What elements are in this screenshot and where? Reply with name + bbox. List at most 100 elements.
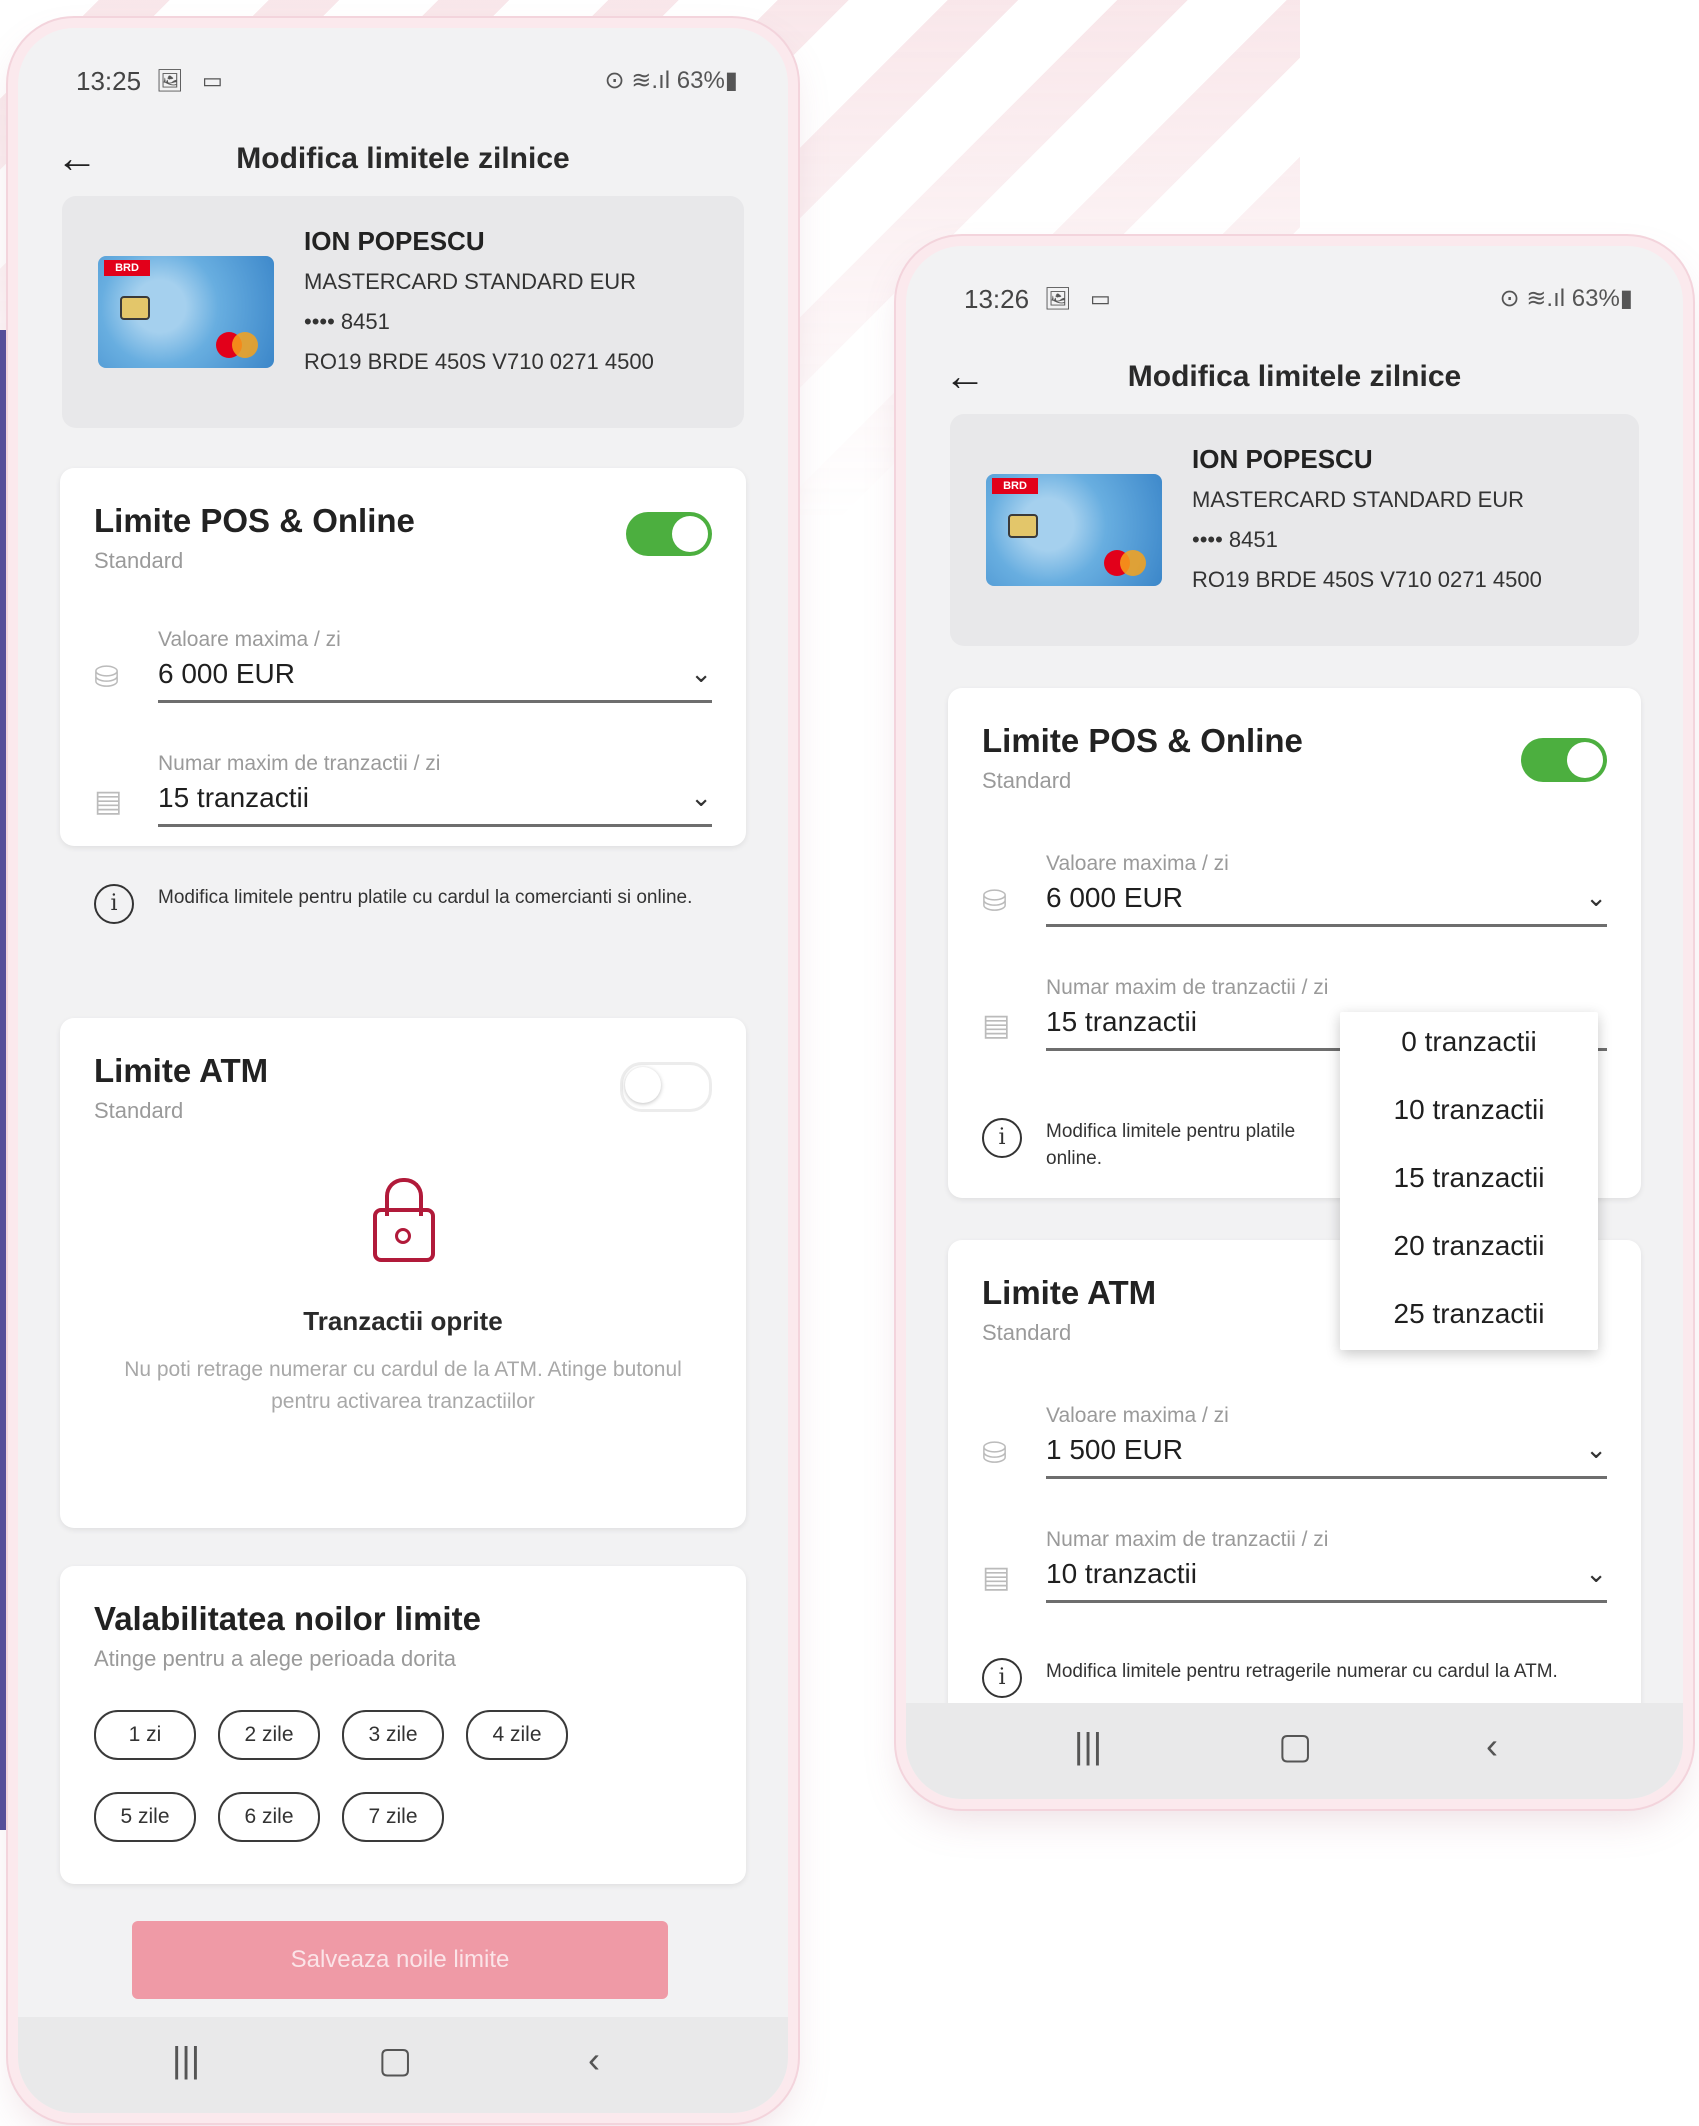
card-holder-name: ION POPESCU bbox=[1192, 444, 1373, 474]
page-title: Modifica limitele zilnice bbox=[236, 142, 570, 175]
system-icons: ⊙ ≋.ıl 63%▮ bbox=[604, 67, 738, 94]
title-bar: ← Modifica limitele zilnice bbox=[18, 126, 788, 206]
field-underline bbox=[1046, 924, 1607, 927]
mastercard-logo-orange bbox=[1120, 550, 1146, 576]
dropdown-option-10[interactable]: 10 tranzactii bbox=[1340, 1094, 1598, 1126]
field-value: 1 500 EUR bbox=[1046, 1434, 1183, 1465]
recent-apps-icon[interactable]: ||| bbox=[1074, 1725, 1102, 1767]
info-icon: i bbox=[982, 1658, 1022, 1698]
option-5-zile[interactable]: 5 zile bbox=[94, 1792, 196, 1842]
home-icon[interactable]: ▢ bbox=[1278, 1725, 1312, 1767]
lock-icon bbox=[373, 1178, 435, 1262]
info-text-line2: online. bbox=[1046, 1148, 1102, 1169]
atm-amount-field[interactable]: ⛁ Valoare maxima / zi 1 500 EUR ⌄ bbox=[982, 1404, 1607, 1484]
coins-icon: ⛁ bbox=[982, 1437, 1008, 1470]
dropdown-option-0[interactable]: 0 tranzactii bbox=[1340, 1026, 1598, 1058]
card-type: MASTERCARD STANDARD EUR bbox=[304, 269, 637, 294]
option-1-zi[interactable]: 1 zi bbox=[94, 1710, 196, 1760]
field-label: Numar maxim de tranzactii / zi bbox=[158, 752, 441, 775]
card-number: •••• 8451 bbox=[1192, 527, 1278, 552]
validity-subtitle: Atinge pentru a alege perioada dorita bbox=[94, 1646, 457, 1671]
field-label: Valoare maxima / zi bbox=[1046, 852, 1229, 875]
locked-text: Nu poti retrage numerar cu cardul de la … bbox=[124, 1358, 682, 1413]
field-value: 15 tranzactii bbox=[1046, 1006, 1197, 1037]
card-type: MASTERCARD STANDARD EUR bbox=[1192, 487, 1525, 512]
field-underline bbox=[158, 700, 712, 703]
atm-title: Limite ATM bbox=[94, 1052, 269, 1089]
pos-toggle[interactable] bbox=[626, 512, 712, 556]
atm-title: Limite ATM bbox=[982, 1274, 1157, 1311]
chip-icon bbox=[120, 296, 150, 320]
field-value: 6 000 EUR bbox=[158, 658, 295, 689]
back-nav-icon[interactable]: ‹ bbox=[588, 2039, 600, 2081]
validity-options: 1 zi 2 zile 3 zile 4 zile 5 zile 6 zile 7 zil… bbox=[94, 1710, 712, 1874]
field-value: 15 tranzactii bbox=[158, 782, 309, 813]
pos-limits-panel: Limite POS & Online Standard ⛁ Valoare m… bbox=[60, 468, 746, 846]
lock-keyhole bbox=[395, 1228, 411, 1244]
info-text-line1: Modifica limitele pentru platile bbox=[1046, 1121, 1296, 1142]
dropdown-option-20[interactable]: 20 tranzactii bbox=[1340, 1230, 1598, 1262]
option-3-zile[interactable]: 3 zile bbox=[342, 1710, 444, 1760]
calendar-icon: ▤ bbox=[94, 785, 123, 818]
field-label: Numar maxim de tranzactii / zi bbox=[1046, 976, 1329, 999]
chevron-down-icon[interactable]: ⌄ bbox=[1585, 1434, 1607, 1465]
card-image: BRD bbox=[98, 256, 274, 368]
status-time: 13:26 bbox=[964, 284, 1030, 314]
notification-icons: 🖼 ▭ bbox=[156, 68, 229, 93]
field-label: Valoare maxima / zi bbox=[158, 628, 341, 651]
android-nav-bar: ||| ▢ ‹ bbox=[906, 1703, 1683, 1799]
transaction-count-dropdown: 0 tranzactii 10 tranzactii 15 tranzactii… bbox=[1340, 1012, 1598, 1350]
locked-title: Tranzactii oprite bbox=[303, 1306, 503, 1336]
pos-title: Limite POS & Online bbox=[982, 722, 1303, 759]
validity-title: Valabilitatea noilor limite bbox=[94, 1600, 481, 1637]
validity-panel: Valabilitatea noilor limite Atinge pentr… bbox=[60, 1566, 746, 1884]
field-underline bbox=[1046, 1600, 1607, 1603]
option-2-zile[interactable]: 2 zile bbox=[218, 1710, 320, 1760]
field-label: Numar maxim de tranzactii / zi bbox=[1046, 1528, 1329, 1551]
page-title: Modifica limitele zilnice bbox=[1127, 360, 1462, 393]
pos-amount-field[interactable]: ⛁ Valoare maxima / zi 6 000 EUR ⌄ bbox=[982, 852, 1607, 932]
chevron-down-icon[interactable]: ⌄ bbox=[690, 782, 712, 813]
home-icon[interactable]: ▢ bbox=[378, 2039, 412, 2081]
status-time: 13:25 bbox=[76, 66, 142, 96]
brd-logo: BRD bbox=[992, 478, 1038, 494]
card-iban: RO19 BRDE 450S V710 0271 4500 bbox=[304, 349, 654, 374]
card-summary: BRD ION POPESCU MASTERCARD STANDARD EUR … bbox=[62, 196, 744, 428]
card-info: ION POPESCU MASTERCARD STANDARD EUR ••••… bbox=[1192, 444, 1542, 607]
option-6-zile[interactable]: 6 zile bbox=[218, 1792, 320, 1842]
notification-icons: 🖼 ▭ bbox=[1044, 286, 1117, 311]
pos-amount-field[interactable]: ⛁ Valoare maxima / zi 6 000 EUR ⌄ bbox=[94, 628, 712, 708]
info-text: Modifica limitele pentru platile cu card… bbox=[158, 887, 693, 908]
brd-logo: BRD bbox=[104, 260, 150, 276]
status-bar: 13:26 🖼 ▭ ⊙ ≋.ıl 63%▮ bbox=[906, 246, 1683, 346]
chip-icon bbox=[1008, 514, 1038, 538]
recent-apps-icon[interactable]: ||| bbox=[172, 2039, 200, 2081]
chevron-down-icon[interactable]: ⌄ bbox=[1585, 882, 1607, 913]
atm-count-field[interactable]: ▤ Numar maxim de tranzactii / zi 10 tran… bbox=[982, 1528, 1607, 1608]
card-holder-name: ION POPESCU bbox=[304, 226, 485, 256]
option-4-zile[interactable]: 4 zile bbox=[466, 1710, 568, 1760]
chevron-down-icon[interactable]: ⌄ bbox=[690, 658, 712, 689]
atm-limits-panel: Limite ATM Standard Tranzactii oprite Nu… bbox=[60, 1018, 746, 1528]
coins-icon: ⛁ bbox=[94, 661, 120, 694]
save-limits-button[interactable]: Salveaza noile limite bbox=[132, 1921, 668, 1999]
option-7-zile[interactable]: 7 zile bbox=[342, 1792, 444, 1842]
system-icons: ⊙ ≋.ıl 63%▮ bbox=[1499, 285, 1633, 312]
dropdown-option-25[interactable]: 25 tranzactii bbox=[1340, 1298, 1598, 1330]
back-nav-icon[interactable]: ‹ bbox=[1486, 1725, 1498, 1767]
atm-toggle[interactable] bbox=[620, 1062, 712, 1112]
pos-count-field[interactable]: ▤ Numar maxim de tranzactii / zi 15 tran… bbox=[94, 752, 712, 832]
atm-subtitle: Standard bbox=[94, 1098, 184, 1123]
status-bar: 13:25 🖼 ▭ ⊙ ≋.ıl 63%▮ bbox=[18, 28, 788, 128]
dropdown-option-15[interactable]: 15 tranzactii bbox=[1340, 1162, 1598, 1194]
info-text: Modifica limitele pentru retragerile num… bbox=[1046, 1661, 1558, 1682]
info-icon: i bbox=[982, 1118, 1022, 1158]
phone-screen-left: 13:25 🖼 ▭ ⊙ ≋.ıl 63%▮ ← Modifica limitel… bbox=[18, 28, 788, 2113]
pos-title: Limite POS & Online bbox=[94, 502, 415, 539]
info-icon: i bbox=[94, 884, 134, 924]
calendar-icon: ▤ bbox=[982, 1009, 1011, 1042]
atm-subtitle: Standard bbox=[982, 1320, 1072, 1345]
android-nav-bar: ||| ▢ ‹ bbox=[18, 2017, 788, 2113]
chevron-down-icon[interactable]: ⌄ bbox=[1585, 1558, 1607, 1589]
pos-toggle[interactable] bbox=[1521, 738, 1607, 782]
